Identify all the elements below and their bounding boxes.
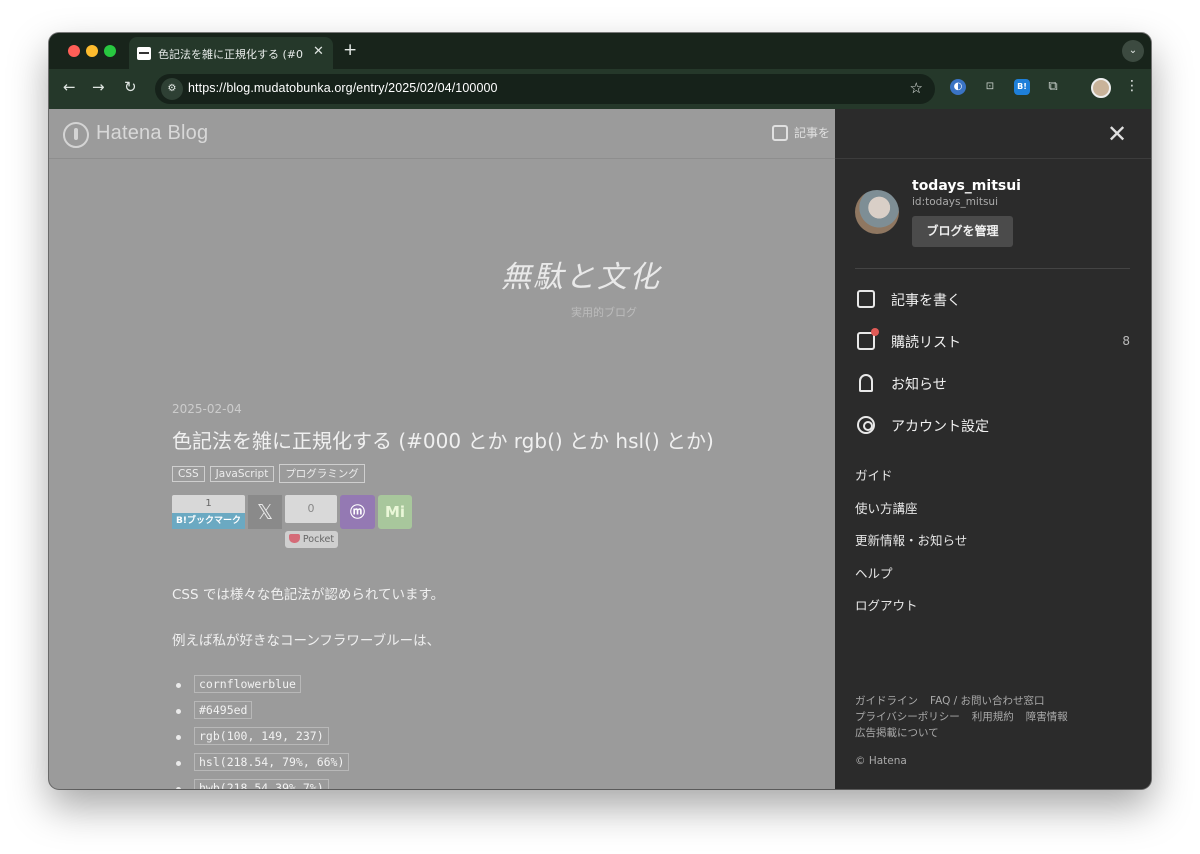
pen-icon xyxy=(772,125,788,141)
pocket-icon xyxy=(288,534,300,543)
account-icon xyxy=(857,416,875,434)
reader-icon[interactable]: ⊡ xyxy=(982,79,998,95)
link-tutorial[interactable]: 使い方講座 xyxy=(855,498,918,517)
subscription-count: 8 xyxy=(1122,334,1130,348)
footer-link[interactable]: 広告掲載について xyxy=(855,727,939,739)
menu-label: 購読リスト xyxy=(891,335,961,351)
pocket-button[interactable]: Pocket xyxy=(285,531,338,548)
post-date[interactable]: 2025-02-04 xyxy=(172,402,242,416)
footer-link[interactable]: プライバシーポリシー xyxy=(855,711,960,723)
tab-search-button[interactable]: ⌄ xyxy=(1122,40,1144,62)
user-menu-panel: ✕ todays_mitsui id:todays_mitsui ブログを管理 … xyxy=(835,109,1151,789)
footer-links: ガイドライン FAQ / お問い合わせ窓口 xyxy=(855,693,1057,708)
tab-title: 色記法を雑に正規化する (#000 とか rgb() とか hsl() とか) xyxy=(158,48,303,61)
tag-list: CSS JavaScript プログラミング xyxy=(172,462,370,483)
forward-button[interactable]: → xyxy=(92,78,105,96)
footer-link[interactable]: ガイドライン xyxy=(855,695,918,707)
hatena-bookmark-label: B!ブックマーク xyxy=(172,513,245,529)
hatena-bookmark-button[interactable]: 1 B!ブックマーク xyxy=(172,495,245,529)
manage-blog-button[interactable]: ブログを管理 xyxy=(912,216,1013,247)
pen-icon xyxy=(857,290,875,308)
back-button[interactable]: ← xyxy=(63,78,76,96)
address-bar[interactable]: ⚙ https://blog.mudatobunka.org/entry/202… xyxy=(155,74,935,104)
copyright: © Hatena xyxy=(855,755,907,767)
puzzle-icon[interactable]: ⧉ xyxy=(1045,79,1061,95)
reload-button[interactable]: ↻ xyxy=(124,78,137,96)
menu-label: アカウント設定 xyxy=(891,419,989,435)
misskey-share-icon[interactable]: Mi xyxy=(378,495,412,529)
divider xyxy=(855,268,1130,269)
link-guide[interactable]: ガイド xyxy=(855,465,893,484)
menu-item-subscriptions[interactable]: 購読リスト 8 xyxy=(855,328,1130,357)
inline-code: hwb(218.54 39% 7%) xyxy=(194,779,329,789)
close-window-button[interactable] xyxy=(68,45,80,57)
x-share-icon[interactable]: 𝕏 xyxy=(248,495,282,529)
link-help[interactable]: ヘルプ xyxy=(855,563,893,582)
toolbar: ← → ↻ ⚙ https://blog.mudatobunka.org/ent… xyxy=(49,69,1151,109)
new-tab-button[interactable]: + xyxy=(343,40,357,60)
blog-page: Hatena Blog 記事を 無駄と文化 実用的ブログ 2025-02-04 … xyxy=(49,109,835,789)
bookmark-star-icon[interactable]: ☆ xyxy=(910,79,923,97)
maximize-window-button[interactable] xyxy=(104,45,116,57)
user-id: id:todays_mitsui xyxy=(912,196,998,208)
footer-link[interactable]: 利用規約 xyxy=(972,711,1014,723)
ublock-icon[interactable]: ◐ xyxy=(950,79,966,95)
hatena-header: Hatena Blog 記事を xyxy=(49,109,835,159)
tag-css[interactable]: CSS xyxy=(172,466,205,482)
url-text[interactable]: https://blog.mudatobunka.org/entry/2025/… xyxy=(188,81,498,95)
hatena-bookmark-count: 1 xyxy=(172,495,245,513)
hatena-bookmark-icon[interactable]: B! xyxy=(1014,79,1030,95)
paragraph: 例えば私が好きなコーンフラワーブルーは、 xyxy=(172,633,441,649)
menu-item-account[interactable]: アカウント設定 xyxy=(855,413,1130,441)
footer-links: プライバシーポリシー 利用規約 障害情報 xyxy=(855,709,1080,724)
post-title[interactable]: 色記法を雑に正規化する (#000 とか rgb() とか hsl() とか) xyxy=(172,425,714,454)
pocket-count: 0 xyxy=(285,495,337,523)
link-updates[interactable]: 更新情報・お知らせ xyxy=(855,530,967,549)
inline-code: rgb(100, 149, 237) xyxy=(194,727,329,745)
inline-code: #6495ed xyxy=(194,701,253,719)
write-entry-link[interactable]: 記事を xyxy=(772,124,830,141)
more-menu-icon[interactable]: ⋮ xyxy=(1125,78,1139,94)
favicon-icon xyxy=(137,47,151,60)
menu-label: 記事を書く xyxy=(891,293,961,309)
profile-avatar[interactable] xyxy=(1091,78,1111,98)
tab-strip: 色記法を雑に正規化する (#000 とか rgb() とか hsl() とか) … xyxy=(49,33,1151,69)
menu-item-write[interactable]: 記事を書く xyxy=(855,287,1130,315)
tab-active[interactable]: 色記法を雑に正規化する (#000 とか rgb() とか hsl() とか) … xyxy=(129,37,333,69)
menu-label: お知らせ xyxy=(891,377,947,393)
site-info-icon[interactable]: ⚙ xyxy=(161,78,183,100)
panel-header: ✕ xyxy=(835,109,1151,159)
minimize-window-button[interactable] xyxy=(86,45,98,57)
page-content: Hatena Blog 記事を 無駄と文化 実用的ブログ 2025-02-04 … xyxy=(49,109,1151,789)
footer-link[interactable]: FAQ / お問い合わせ窓口 xyxy=(930,695,1045,707)
mastodon-share-icon[interactable]: ⓜ xyxy=(340,495,375,529)
blog-subtitle: 実用的ブログ xyxy=(571,306,637,319)
hatena-brand[interactable]: Hatena Blog xyxy=(96,122,208,145)
menu-item-notifications[interactable]: お知らせ xyxy=(855,371,1130,399)
avatar[interactable] xyxy=(855,190,899,234)
footer-links: 広告掲載について xyxy=(855,725,951,740)
close-icon[interactable]: ✕ xyxy=(1107,120,1127,148)
tag-javascript[interactable]: JavaScript xyxy=(209,466,275,482)
inline-code: cornflowerblue xyxy=(194,675,301,693)
link-logout[interactable]: ログアウト xyxy=(855,595,918,614)
blog-title[interactable]: 無駄と文化 xyxy=(501,252,661,296)
hatena-logo-icon[interactable] xyxy=(63,122,89,148)
bell-icon xyxy=(859,374,873,392)
reader-icon xyxy=(857,328,879,350)
user-name[interactable]: todays_mitsui xyxy=(912,178,1021,194)
tab-close-icon[interactable]: ✕ xyxy=(313,44,324,59)
footer-link[interactable]: 障害情報 xyxy=(1026,711,1068,723)
tag-programming[interactable]: プログラミング xyxy=(279,464,365,483)
paragraph: CSS では様々な色記法が認められています。 xyxy=(172,587,445,603)
inline-code: hsl(218.54, 79%, 66%) xyxy=(194,753,350,771)
browser-window: 色記法を雑に正規化する (#000 とか rgb() とか hsl() とか) … xyxy=(49,33,1151,789)
